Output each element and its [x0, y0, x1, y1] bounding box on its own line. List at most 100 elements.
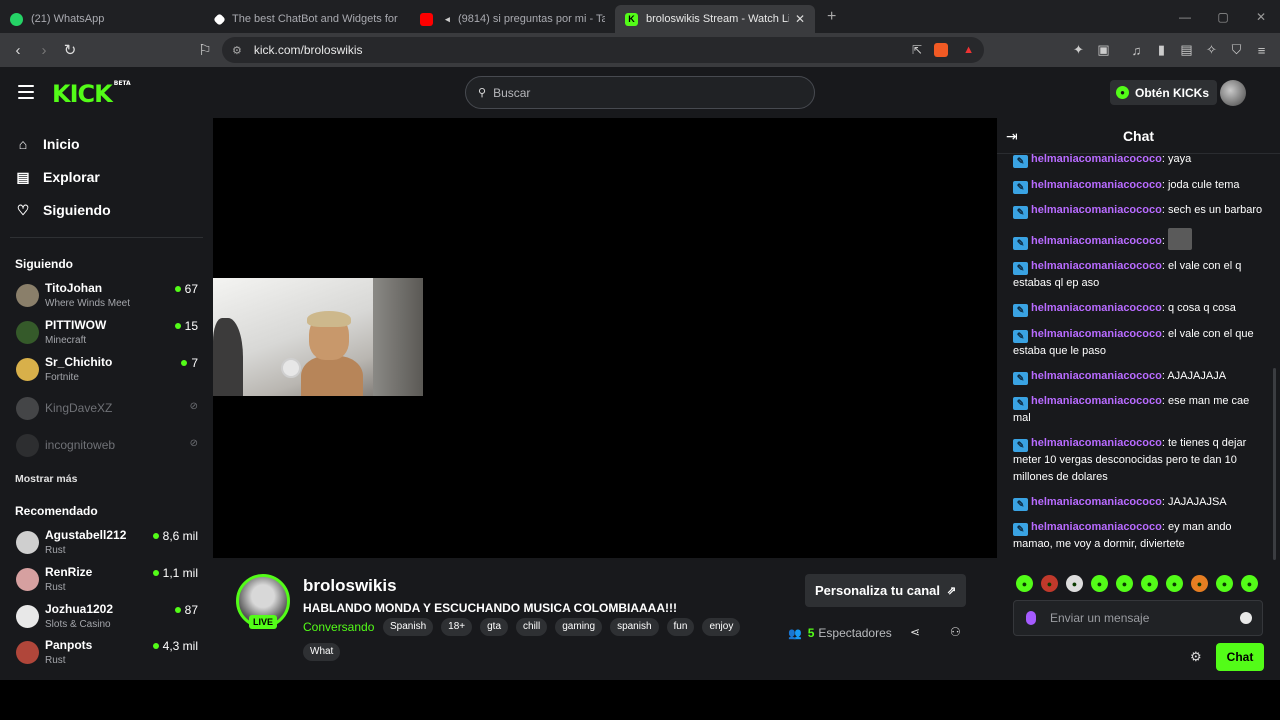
brave-rewards-icon[interactable]: ▲	[963, 44, 974, 56]
chat-username[interactable]: helmaniacomaniacococo	[1031, 179, 1162, 191]
chat-username[interactable]: helmaniacomaniacococo	[1031, 204, 1162, 216]
sidebar-channel-panpots[interactable]: Panpots Rust 4,3 mil	[16, 638, 200, 672]
sub-badge-icon: ✎	[1013, 329, 1028, 343]
chat-username[interactable]: helmaniacomaniacococo	[1031, 521, 1162, 533]
emote-icon[interactable]: ●	[1166, 575, 1183, 592]
channel-name: PITTIWOW	[45, 318, 107, 332]
emote-icon[interactable]: ●	[1091, 575, 1108, 592]
back-icon[interactable]: ‹	[5, 42, 31, 59]
chat-username[interactable]: helmaniacomaniacococo	[1031, 328, 1162, 340]
emote-icon[interactable]: ●	[1191, 575, 1208, 592]
webcam-streamer-body	[301, 356, 363, 396]
emote-icon[interactable]: ●	[1241, 575, 1258, 592]
tag[interactable]: Spanish	[383, 618, 434, 636]
chat-username[interactable]: helmaniacomaniacococo	[1031, 153, 1162, 165]
extensions-icon[interactable]: ✦	[1066, 42, 1091, 58]
emote-icon[interactable]: ●	[1216, 575, 1233, 592]
nav-home[interactable]: ⌂ Inicio	[16, 134, 80, 154]
follow-user-icon[interactable]: ⚇	[950, 625, 961, 639]
sidebar-channel-titojohan[interactable]: TitoJohan Where Winds Meet 67	[16, 281, 200, 315]
sidebar-channel-kingdavexz[interactable]: KingDaveXZ ⊘	[16, 394, 200, 428]
microphone-icon[interactable]	[1026, 611, 1036, 625]
close-tab-icon[interactable]: ✕	[795, 12, 805, 26]
nav-label: Siguiendo	[43, 202, 111, 218]
get-kicks-button[interactable]: ● Obtén KICKs	[1110, 80, 1218, 105]
viewer-count: 67	[175, 282, 198, 296]
chat-username[interactable]: helmaniacomaniacococo	[1031, 302, 1162, 314]
emote-icon[interactable]: ●	[1141, 575, 1158, 592]
video-player[interactable]	[213, 118, 997, 558]
hamburger-menu-icon[interactable]	[18, 85, 34, 99]
share-page-icon[interactable]: ⇱	[912, 43, 922, 57]
streamer-name[interactable]: broloswikis	[303, 576, 397, 596]
nav-explore[interactable]: ▤ Explorar	[16, 167, 99, 187]
show-more-link[interactable]: Mostrar más	[15, 473, 77, 485]
wallet-icon[interactable]: ▤	[1174, 42, 1199, 58]
kick-logo[interactable]: KICK BETA	[52, 80, 131, 108]
minimize-icon[interactable]: —	[1166, 10, 1204, 24]
emote-icon[interactable]: ●	[1066, 575, 1083, 592]
tag[interactable]: enjoy	[702, 618, 741, 636]
share-icon[interactable]: ⋖	[910, 625, 920, 639]
chat-settings-icon[interactable]: ⚙	[1190, 649, 1202, 665]
menu-icon[interactable]: ≡	[1249, 43, 1274, 58]
emote-icon[interactable]: ●	[1041, 575, 1058, 592]
chat-message-input[interactable]: Enviar un mensaje	[1013, 600, 1263, 636]
tag[interactable]: 18+	[441, 618, 473, 636]
reload-icon[interactable]: ↻	[57, 41, 83, 59]
chat-username[interactable]: helmaniacomaniacococo	[1031, 437, 1162, 449]
send-chat-button[interactable]: Chat	[1216, 643, 1264, 671]
customize-channel-button[interactable]: Personaliza tu canal ⇗	[805, 574, 967, 607]
stream-category-link[interactable]: Conversando	[303, 620, 374, 634]
browser-tab[interactable]: The best ChatBot and Widgets for Ki	[205, 5, 410, 33]
viewer-count: 87	[175, 603, 198, 617]
emote-icon[interactable]: ●	[1016, 575, 1033, 592]
new-tab-icon[interactable]: +	[827, 8, 836, 26]
sub-badge-icon: ✎	[1013, 206, 1028, 219]
tab-label: The best ChatBot and Widgets for Ki	[232, 13, 400, 25]
vpn-icon[interactable]: ⛉	[1224, 42, 1249, 58]
chat-scrollbar[interactable]	[1273, 368, 1276, 560]
chat-username[interactable]: helmaniacomaniacococo	[1031, 496, 1162, 508]
search-input[interactable]: ⚲ Buscar	[465, 76, 815, 109]
screenshot-icon[interactable]: ▣	[1091, 42, 1116, 58]
sidebar-toggle-icon[interactable]: ▮	[1149, 42, 1174, 58]
address-bar[interactable]: ⚙ kick.com/broloswikis ⇱ ▲	[222, 37, 984, 63]
sidebar-channel-pittiwow[interactable]: PITTIWOW Minecraft 15	[16, 318, 200, 352]
sidebar-channel-jozhua1202[interactable]: Jozhua1202 Slots & Casino 87	[16, 602, 200, 636]
tag[interactable]: chill	[516, 618, 548, 636]
chat-username[interactable]: helmaniacomaniacococo	[1031, 235, 1162, 247]
emoji-picker-icon[interactable]	[1240, 612, 1252, 624]
nav-following[interactable]: ♡ Siguiendo	[16, 200, 111, 220]
sidebar-channel-agustabell212[interactable]: Agustabell212 Rust 8,6 mil	[16, 528, 200, 562]
browser-tab[interactable]: ◂ (9814) si preguntas por mi - Taim	[410, 5, 615, 33]
site-settings-icon[interactable]: ⚙	[232, 44, 242, 57]
brave-shields-icon[interactable]	[934, 43, 948, 57]
emote-icon[interactable]: ●	[1116, 575, 1133, 592]
tag[interactable]: What	[303, 643, 341, 661]
chat-username[interactable]: helmaniacomaniacococo	[1031, 395, 1162, 407]
browser-tab-active[interactable]: K broloswikis Stream - Watch Live ✕	[615, 5, 815, 33]
logo-beta: BETA	[113, 80, 131, 87]
tag[interactable]: gta	[480, 618, 509, 636]
tag[interactable]: spanish	[610, 618, 659, 636]
tag[interactable]: gaming	[555, 618, 603, 636]
leo-icon[interactable]: ✧	[1199, 42, 1224, 58]
tag[interactable]: fun	[666, 618, 695, 636]
screen: (21) WhatsApp The best ChatBot and Widge…	[0, 0, 1280, 720]
sidebar-channel-sr-chichito[interactable]: Sr_Chichito Fortnite 7	[16, 355, 200, 389]
chat-username[interactable]: helmaniacomaniacococo	[1031, 370, 1162, 382]
avatar	[16, 397, 39, 420]
user-avatar[interactable]	[1220, 80, 1246, 106]
channel-name: RenRize	[45, 565, 93, 579]
browser-tab[interactable]: (21) WhatsApp	[0, 5, 205, 33]
close-window-icon[interactable]: ✕	[1242, 10, 1280, 24]
forward-icon[interactable]: ›	[31, 42, 57, 59]
maximize-icon[interactable]: ▢	[1204, 10, 1242, 24]
sidebar-channel-renrize[interactable]: RenRize Rust 1,1 mil	[16, 565, 200, 599]
media-icon[interactable]: ♫	[1124, 43, 1149, 58]
chat-username[interactable]: helmaniacomaniacococo	[1031, 260, 1162, 272]
bookmark-icon[interactable]: ⚐	[192, 41, 218, 59]
recommended-heading: Recomendado	[15, 504, 98, 518]
sidebar-channel-incognitoweb[interactable]: incognitoweb ⊘	[16, 431, 200, 465]
